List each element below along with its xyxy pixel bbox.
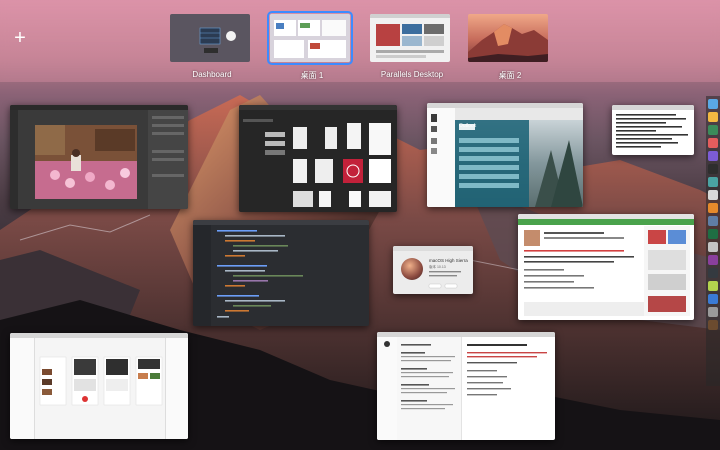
photoshop-window[interactable]: [10, 105, 188, 209]
dock-icon[interactable]: [708, 112, 718, 122]
dock-icon[interactable]: [708, 151, 718, 161]
sidebar: [427, 108, 455, 207]
dock-icon[interactable]: [708, 320, 718, 330]
dock-icon[interactable]: [708, 229, 718, 239]
add-space-button[interactable]: +: [10, 28, 30, 48]
terminal-text-window[interactable]: [612, 105, 694, 155]
dock-icon[interactable]: [708, 125, 718, 135]
toolbar: [10, 110, 18, 209]
dock-icon[interactable]: [708, 203, 718, 213]
space-thumbnail[interactable]: [468, 14, 548, 62]
dark-file-browser-window[interactable]: [239, 105, 397, 212]
space-label: 桌面 2: [498, 71, 522, 80]
space-parallels[interactable]: Parallels Desktop: [370, 14, 454, 79]
dock-icon[interactable]: [708, 177, 718, 187]
parallels-windows-window[interactable]: Outlook: [427, 103, 583, 207]
space-thumbnail[interactable]: [267, 11, 353, 65]
code-editor-window[interactable]: [193, 220, 369, 326]
space-thumbnail[interactable]: [170, 14, 250, 62]
space-desktop-2[interactable]: 桌面 2: [468, 14, 552, 80]
space-thumbnail[interactable]: [370, 14, 450, 62]
dock-icon[interactable]: [708, 294, 718, 304]
dock-icon[interactable]: [708, 307, 718, 317]
document-editor-window[interactable]: [377, 332, 555, 440]
design-app-window[interactable]: [10, 333, 188, 439]
toolbar: [455, 108, 583, 120]
dock: [706, 96, 720, 386]
dock-icon[interactable]: [708, 281, 718, 291]
dock-icon[interactable]: [708, 138, 718, 148]
plus-icon: +: [14, 27, 26, 49]
browser-window[interactable]: [518, 214, 694, 320]
spaces-bar: + Dashboard 桌面 1 Parallels Desktop 桌面 2: [0, 0, 720, 82]
dock-icon[interactable]: [708, 216, 718, 226]
dock-icon[interactable]: [708, 268, 718, 278]
canvas-photo: [35, 125, 137, 199]
space-dashboard[interactable]: Dashboard: [170, 14, 254, 79]
dock-icon[interactable]: [708, 255, 718, 265]
sidebar-title: Outlook: [459, 123, 477, 129]
about-this-mac-window[interactable]: macOS High Sierra 版本 10.13: [393, 246, 473, 294]
dock-icon[interactable]: [708, 190, 718, 200]
dock-icon[interactable]: [708, 242, 718, 252]
app-content: [455, 120, 583, 207]
panels: [148, 110, 188, 209]
dock-icon[interactable]: [708, 99, 718, 109]
space-desktop-1[interactable]: 桌面 1: [267, 11, 354, 80]
dock-icon[interactable]: [708, 164, 718, 174]
